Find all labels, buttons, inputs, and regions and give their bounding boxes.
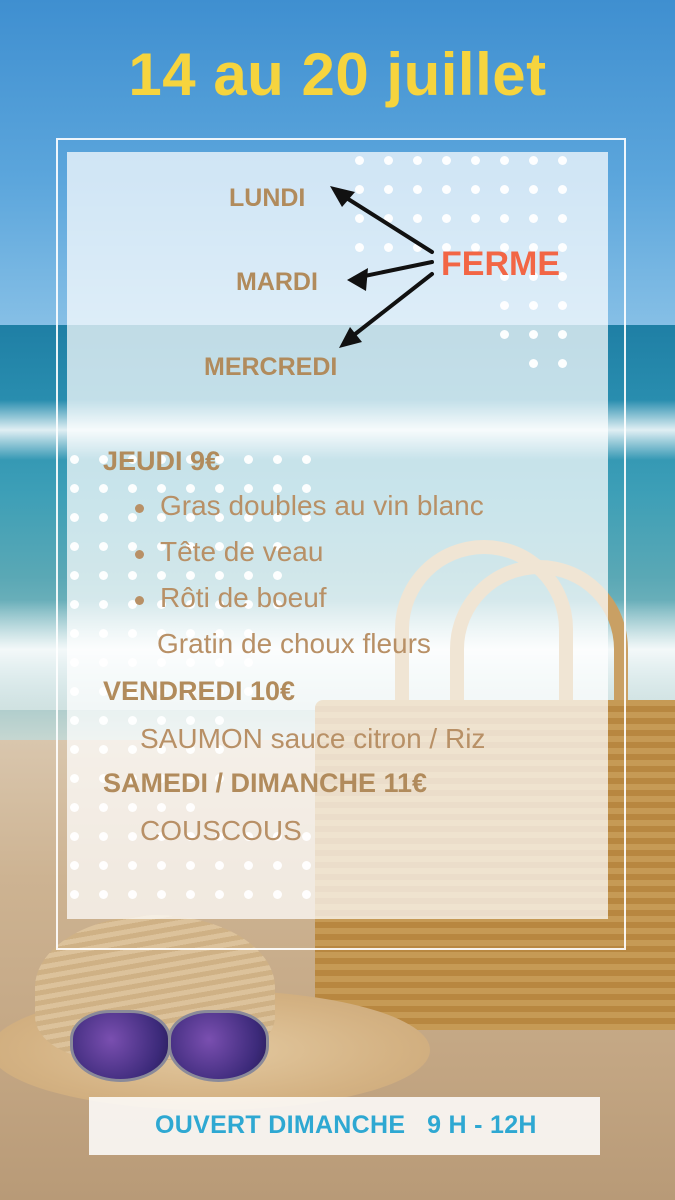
bullet-icon: [135, 504, 144, 513]
arrow-to-monday: [335, 190, 434, 254]
menu-item: Rôti de boeuf: [160, 582, 327, 613]
bullet-icon: [135, 550, 144, 559]
arrowhead-icon: [347, 268, 368, 291]
open-hours: 9 H - 12H: [427, 1111, 537, 1139]
menu-item: COUSCOUS: [140, 815, 302, 846]
bullet-icon: [135, 596, 144, 605]
arrowhead-icon: [330, 186, 355, 207]
menu-item: Tête de veau: [160, 536, 324, 567]
open-day-label: OUVERT DIMANCHE: [155, 1111, 406, 1139]
weekend-heading: SAMEDI / DIMANCHE 11€: [103, 768, 428, 798]
menu-item-side: Gratin de choux fleurs: [157, 628, 431, 659]
friday-heading: VENDREDI 10€: [103, 676, 296, 706]
menu-item: SAUMON sauce citron / Riz: [140, 723, 486, 754]
menu-item: Gras doubles au vin blanc: [160, 490, 484, 521]
opening-hours-text: OUVERT DIMANCHE 9 H - 12H: [155, 1111, 537, 1140]
arrows-diagram: [330, 186, 434, 348]
thursday-heading: JEUDI 9€: [103, 446, 221, 476]
